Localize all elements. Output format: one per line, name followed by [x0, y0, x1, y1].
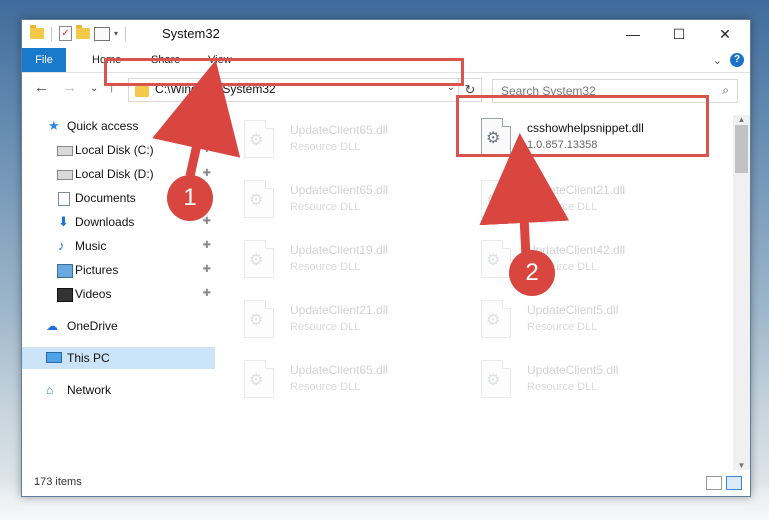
step1-arrow	[152, 60, 241, 177]
step1-badge: 1	[167, 175, 213, 221]
annotation-arrows	[152, 60, 570, 257]
step2-arrow	[479, 133, 570, 257]
step2-badge: 2	[509, 250, 555, 296]
